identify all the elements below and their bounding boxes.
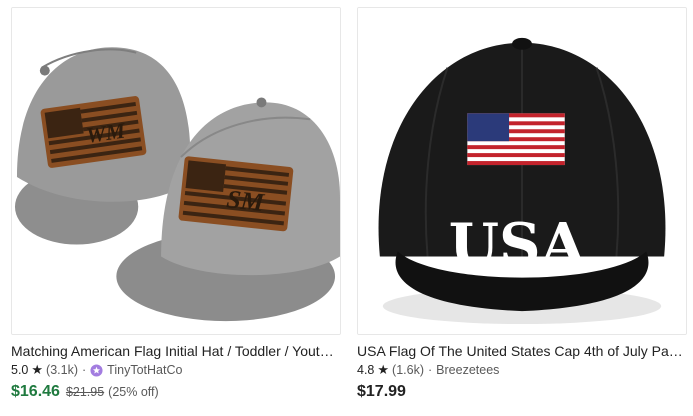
price: $17.99 xyxy=(357,383,406,400)
review-count: (3.1k) xyxy=(46,363,78,377)
shop-name[interactable]: Breezetees xyxy=(436,362,499,378)
shop-name[interactable]: TinyTotHatCo xyxy=(107,362,182,378)
rating-value: 4.8 xyxy=(357,363,375,377)
price-row-2: $17.99 xyxy=(357,383,687,401)
product-meta-1: 5.0 ★ (3.1k) · TinyTotHatCo xyxy=(11,362,341,378)
separator-dot: · xyxy=(82,363,87,377)
star-icon: ★ xyxy=(377,362,390,377)
product-meta-2: 4.8 ★ (1.6k) · Breezetees xyxy=(357,362,687,378)
price-row-1: $16.46 $21.95 (25% off) xyxy=(11,383,341,401)
product-image-2[interactable]: USA xyxy=(357,7,687,335)
sale-price: $16.46 xyxy=(11,383,60,400)
separator-dot: · xyxy=(428,363,433,377)
star-seller-icon xyxy=(90,363,103,377)
product-card-2[interactable]: USA USA Flag Of The United States Cap 4t… xyxy=(357,7,687,401)
gray-snapback-hats-image: WM SM xyxy=(12,8,340,334)
product-title-1[interactable]: Matching American Flag Initial Hat / Tod… xyxy=(11,343,339,360)
product-card-1[interactable]: WM SM Matching American Flag Initial Hat… xyxy=(11,7,341,401)
patch-initials-2: SM xyxy=(225,184,266,217)
rating-value: 5.0 xyxy=(11,363,29,377)
product-image-1[interactable]: WM SM xyxy=(11,7,341,335)
product-title-2[interactable]: USA Flag Of The United States Cap 4th of… xyxy=(357,343,685,360)
black-usa-cap-image: USA xyxy=(358,8,686,334)
discount-label: (25% off) xyxy=(108,385,159,399)
cap-usa-text: USA xyxy=(449,210,587,278)
review-count: (1.6k) xyxy=(392,363,424,377)
original-price: $21.95 xyxy=(65,385,105,399)
star-icon: ★ xyxy=(31,362,44,377)
